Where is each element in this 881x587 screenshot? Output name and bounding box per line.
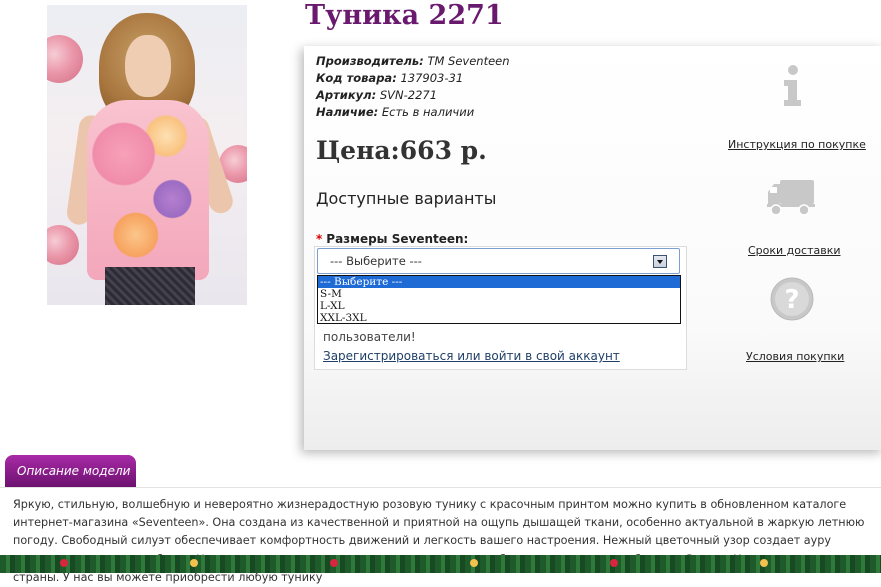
meta-article: Артикул: SVN-2271 — [316, 87, 510, 104]
meta-label: Производитель: — [316, 54, 424, 68]
product-title: Туника 2271 — [305, 0, 504, 31]
ornament — [610, 559, 618, 567]
size-option[interactable]: S-M — [318, 288, 680, 300]
purchase-terms-link[interactable]: Условия покупки — [746, 350, 844, 363]
meta-value: SVN-2271 — [379, 88, 438, 102]
meta-code: Код товара: 137903-31 — [316, 70, 510, 87]
size-select-value: --- Выберите --- — [330, 254, 422, 268]
register-login-link[interactable]: Зарегистрироваться или войти в свой акка… — [323, 349, 620, 363]
rose-decoration — [47, 35, 83, 83]
tab-description[interactable]: Описание модели — [5, 455, 136, 487]
description-text: Яркую, стильную, волшебную и невероятно … — [13, 498, 865, 584]
size-options-list: --- Выберите --- S-M L-XL XXL-3XL — [317, 275, 681, 324]
ornament — [190, 559, 198, 567]
meta-label: Артикул: — [316, 88, 377, 102]
size-option[interactable]: --- Выберите --- — [318, 276, 680, 288]
info-column: Инструкция по покупке Сроки доставки ? У… — [712, 46, 881, 386]
product-meta: Производитель: ТМ Seventeen Код товара: … — [316, 53, 510, 121]
product-photo[interactable] — [47, 5, 247, 305]
truck-icon[interactable] — [712, 174, 872, 218]
info-icon[interactable] — [712, 64, 872, 108]
product-price: Цена:663 р. — [316, 136, 487, 165]
ornament — [760, 559, 768, 567]
meta-value: Есть в наличии — [381, 105, 475, 119]
model-trousers — [105, 267, 195, 305]
rose-decoration — [47, 225, 79, 265]
size-label-text: Размеры Seventeen: — [326, 232, 469, 246]
ornament — [470, 559, 478, 567]
chevron-down-icon[interactable] — [653, 255, 667, 268]
purchase-instructions-link[interactable]: Инструкция по покупке — [728, 138, 866, 151]
floral-tunic — [87, 100, 209, 280]
size-label: * Размеры Seventeen: — [316, 232, 468, 246]
christmas-garland — [0, 555, 881, 573]
meta-availability: Наличие: Есть в наличии — [316, 104, 510, 121]
product-card: Производитель: ТМ Seventeen Код товара: … — [304, 46, 881, 450]
meta-value: 137903-31 — [400, 71, 464, 85]
meta-value: ТМ Seventeen — [427, 54, 510, 68]
question-icon[interactable]: ? — [712, 276, 872, 322]
model-face — [125, 35, 171, 97]
variants-heading: Доступные варианты — [316, 189, 497, 208]
required-marker: * — [316, 232, 323, 246]
size-option[interactable]: L-XL — [318, 300, 680, 312]
size-option[interactable]: XXL-3XL — [318, 312, 680, 324]
ornament — [60, 559, 68, 567]
meta-manufacturer: Производитель: ТМ Seventeen — [316, 53, 510, 70]
ornament — [330, 559, 338, 567]
delivery-time-link[interactable]: Сроки доставки — [748, 244, 841, 257]
size-select[interactable]: --- Выберите --- — [317, 248, 680, 274]
svg-text:?: ? — [784, 285, 799, 315]
meta-label: Код товара: — [316, 71, 397, 85]
meta-label: Наличие: — [316, 105, 379, 119]
notice-text: пользователи! — [323, 330, 416, 344]
